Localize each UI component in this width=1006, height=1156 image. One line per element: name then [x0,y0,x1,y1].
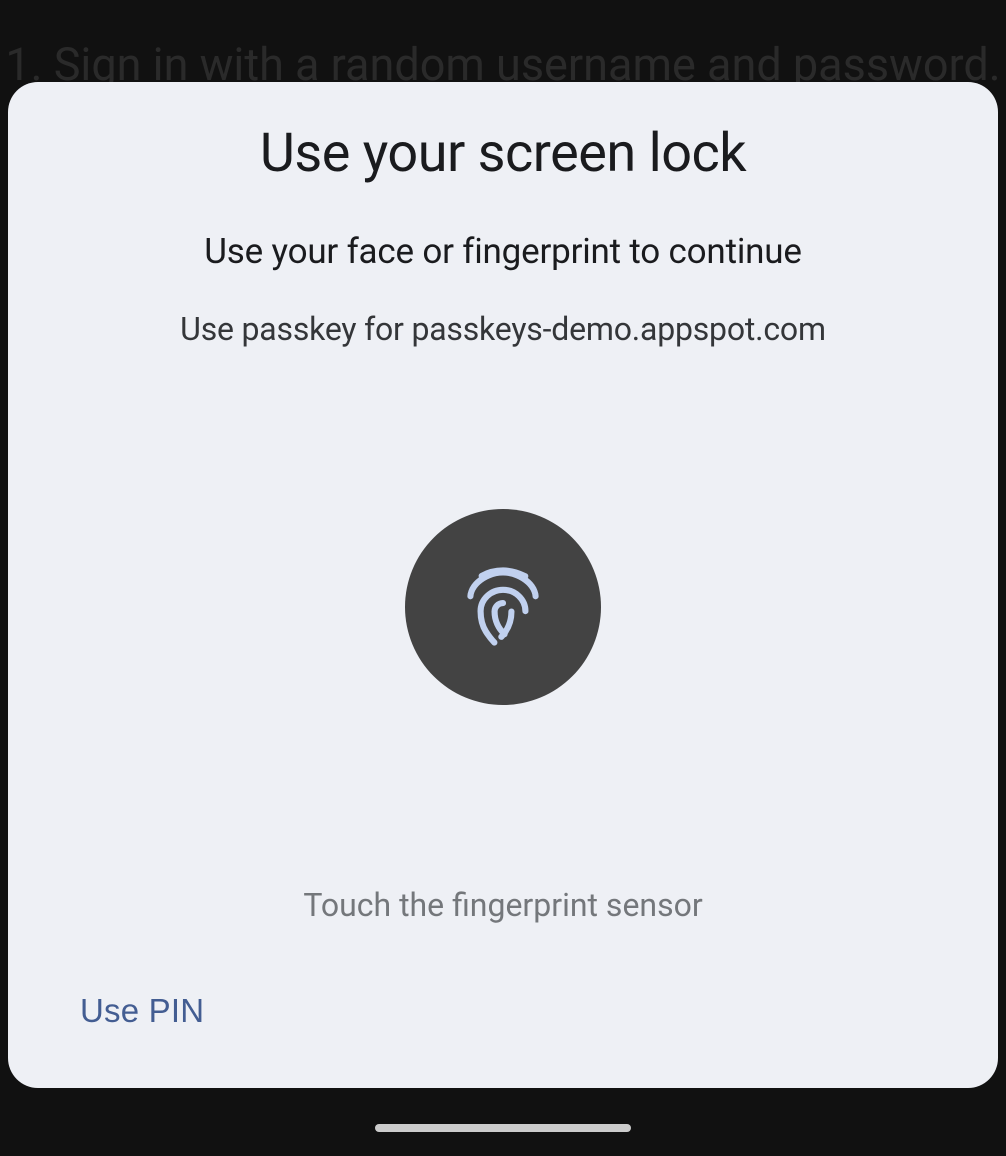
sensor-hint-text: Touch the fingerprint sensor [68,886,938,924]
fingerprint-icon [457,559,549,655]
modal-title: Use your screen lock [68,122,938,185]
sensor-area [68,348,938,836]
passkey-domain-text: Use passkey for passkeys-demo.appspot.co… [68,310,938,348]
modal-subtitle: Use your face or fingerprint to continue [68,231,938,272]
use-pin-button[interactable]: Use PIN [68,984,216,1038]
navigation-handle[interactable] [375,1124,631,1132]
modal-footer: Use PIN [68,984,938,1038]
biometric-prompt-modal: Use your screen lock Use your face or fi… [8,82,998,1088]
fingerprint-sensor[interactable] [405,509,601,705]
